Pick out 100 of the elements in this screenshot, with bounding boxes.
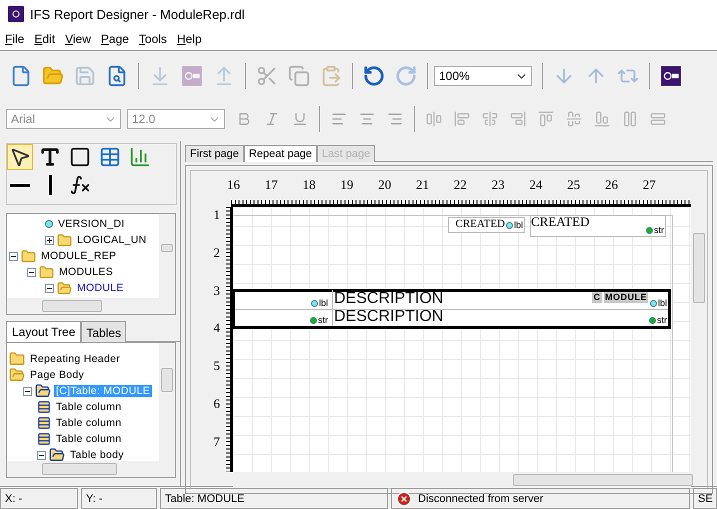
ruler-number: 6	[214, 396, 220, 413]
window-title: IFS Report Designer - ModuleRep.rdl	[30, 6, 245, 22]
ruler-number: 20	[378, 177, 392, 193]
collapse-icon[interactable]	[37, 450, 46, 460]
menu-item[interactable]: Edit	[29, 32, 60, 46]
ruler-number: 16	[227, 177, 241, 193]
scrollbar-thumb[interactable]	[161, 368, 173, 392]
align-rights-icon	[510, 111, 526, 127]
table-badge: C	[592, 292, 602, 303]
align-lefts-icon	[454, 111, 470, 127]
panel-tab[interactable]: Tables	[81, 321, 126, 342]
same-width-icon	[650, 111, 666, 127]
field-type-label: lbl	[318, 298, 328, 308]
collapse-icon[interactable]	[45, 284, 54, 292]
text-tool-icon	[39, 146, 61, 168]
status-text: SE	[693, 488, 717, 509]
field-text: CREATED	[456, 218, 505, 230]
ruler-number: 2	[214, 244, 220, 262]
panel-tab[interactable]: Layout Tree	[6, 321, 82, 342]
same-height-icon	[622, 111, 638, 127]
field-type-label: str	[657, 316, 667, 325]
tree-item[interactable]: MODULE	[75, 282, 126, 294]
zoom-select[interactable]: 100%	[434, 66, 532, 86]
ruler-number: 22	[454, 177, 468, 193]
palette-tool[interactable]	[7, 144, 33, 170]
tree-item[interactable]: Table body	[68, 449, 126, 461]
ruler-number: 24	[529, 177, 544, 193]
vertical-scrollbar[interactable]	[159, 343, 175, 461]
align-center-icon	[359, 111, 375, 127]
align-tops-icon	[538, 111, 554, 127]
anchor-dot-icon	[310, 317, 317, 324]
app-logo-icon	[8, 6, 24, 22]
data-field[interactable]: CREATED str	[530, 215, 666, 237]
table-folder-icon	[49, 447, 65, 461]
menu-item[interactable]: Help	[172, 32, 207, 46]
collapse-icon[interactable]	[9, 252, 18, 260]
underline-icon	[292, 111, 308, 127]
tree-item[interactable]: VERSION_DI	[56, 218, 127, 230]
table-folder-icon	[35, 383, 51, 399]
table-tool-icon	[99, 146, 121, 168]
tree-item[interactable]: LOGICAL_UN	[75, 234, 149, 246]
table-column-icon	[37, 416, 51, 430]
ruler-number: 23	[492, 177, 506, 193]
page-tab[interactable]: Repeat page	[244, 145, 317, 162]
menu-item[interactable]: View	[60, 32, 96, 46]
page-tab[interactable]: First page	[185, 145, 244, 162]
ruler-number: 21	[416, 177, 430, 193]
tree-item[interactable]: Table column	[54, 401, 124, 413]
bar-chart-icon	[129, 146, 151, 168]
status-text: Disconnected from server	[418, 492, 544, 504]
center-horizontal-icon	[426, 111, 442, 127]
label-field[interactable]: CREATED lbl	[448, 217, 525, 233]
rectangle-tool-icon	[69, 146, 91, 168]
table-cell[interactable]: DESCRIPTION	[332, 308, 444, 326]
folder-icon	[9, 351, 25, 367]
expand-icon[interactable]	[45, 236, 54, 244]
ruler-number: 7	[214, 434, 220, 451]
anchor-dot-icon	[649, 317, 656, 324]
menu-item[interactable]: File	[0, 32, 30, 46]
table-column-icon	[37, 400, 51, 414]
ruler-number: 27	[642, 177, 657, 193]
align-middles-icon	[566, 111, 582, 127]
tree-item[interactable]: Repeating Header	[28, 353, 122, 365]
center-vertical-icon	[482, 111, 498, 127]
ruler-number: 5	[214, 358, 220, 376]
vertical-scrollbar[interactable]	[159, 214, 175, 298]
tree-item[interactable]: Table column	[54, 417, 124, 429]
collapse-icon[interactable]	[27, 268, 36, 276]
status-text: X: -	[0, 488, 78, 509]
function-icon	[69, 174, 91, 196]
ruler-number: 17	[264, 177, 279, 193]
scrollbar-thumb[interactable]	[42, 300, 102, 312]
field-type-label: lbl	[514, 221, 523, 230]
status-text: Table: MODULE	[160, 488, 388, 509]
field-text: CREATED	[531, 214, 590, 230]
scrollbar-thumb[interactable]	[513, 474, 693, 486]
anchor-dot-icon	[650, 300, 657, 306]
scrollbar-thumb[interactable]	[42, 463, 117, 475]
horizontal-line-icon	[10, 184, 30, 186]
table-element[interactable]: C MODULE lbl DESCRIPTION lbl str DESCRIPTION str	[232, 289, 671, 329]
horizontal-scrollbar[interactable]	[233, 472, 691, 488]
tree-item[interactable]: MODULE_REP	[39, 250, 118, 262]
ruler-number: 19	[340, 177, 354, 193]
table-cell[interactable]: DESCRIPTION	[332, 290, 444, 308]
tree-item[interactable]: Table column	[54, 433, 124, 445]
field-dot-icon	[45, 220, 53, 228]
vertical-line-icon	[48, 175, 52, 195]
horizontal-scrollbar[interactable]	[7, 461, 175, 477]
ruler-number: 18	[302, 177, 317, 193]
table-name: MODULE	[604, 292, 648, 303]
collapse-icon[interactable]	[23, 386, 32, 396]
menu-item[interactable]: Page	[96, 32, 134, 46]
menu-item[interactable]: Tools	[134, 32, 172, 46]
tree-item[interactable]: MODULES	[57, 266, 116, 278]
italic-icon	[264, 111, 280, 127]
tree-item[interactable]: Page Body	[28, 369, 86, 381]
scrollbar-thumb[interactable]	[161, 244, 173, 252]
anchor-dot-icon	[646, 227, 653, 234]
scrollbar-thumb[interactable]	[693, 233, 705, 303]
horizontal-scrollbar[interactable]	[7, 298, 175, 314]
